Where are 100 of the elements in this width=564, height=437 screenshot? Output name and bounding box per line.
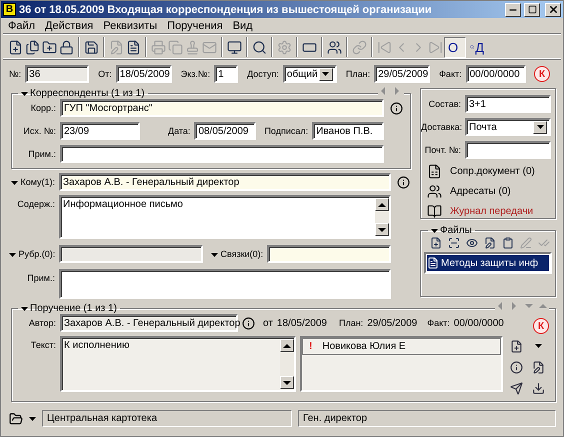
scrollbar[interactable] bbox=[280, 339, 294, 389]
status-field: Ген. директор bbox=[298, 410, 556, 427]
info-icon bbox=[510, 360, 522, 374]
author-field[interactable]: Захаров А.В. - Генеральный директор bbox=[60, 314, 238, 332]
menu-item[interactable]: Вид bbox=[228, 20, 258, 32]
signed-field[interactable]: Иванов П.В. bbox=[312, 122, 384, 140]
close-icon bbox=[548, 4, 558, 15]
scroll-up-icon[interactable] bbox=[378, 200, 386, 208]
group-title[interactable]: Корреспонденты (1 из 1) bbox=[18, 88, 148, 99]
field-label: Исх. №: bbox=[22, 126, 56, 136]
monitor-icon bbox=[227, 40, 242, 54]
printer-icon bbox=[151, 40, 166, 54]
toggle-button[interactable]: Д bbox=[466, 36, 488, 58]
addressee-field[interactable]: Захаров А.В. - Генеральный директор bbox=[59, 173, 391, 191]
group-title[interactable]: Файлы bbox=[428, 225, 475, 236]
field-label: Прим.: bbox=[27, 149, 56, 159]
field-label: №: bbox=[9, 69, 22, 79]
field-label[interactable]: Связки(0): bbox=[211, 249, 264, 259]
file-tool-button[interactable] bbox=[446, 236, 461, 250]
users-icon bbox=[427, 184, 442, 199]
correspondent-field[interactable]: ГУП "Мосгортранс" bbox=[60, 99, 384, 117]
dropdown-icon[interactable] bbox=[536, 125, 544, 129]
caret-icon[interactable] bbox=[21, 92, 28, 96]
composition-field[interactable]: 3+1 bbox=[465, 95, 551, 113]
note-area[interactable] bbox=[59, 269, 391, 299]
caret-icon[interactable] bbox=[21, 306, 28, 310]
pen-icon bbox=[520, 237, 532, 249]
maximize-icon bbox=[528, 5, 536, 14]
date-field[interactable]: 08/05/2009 bbox=[194, 122, 256, 140]
field-label: Прим.: bbox=[26, 272, 55, 283]
plan-value: 29/05/2009 bbox=[367, 318, 418, 328]
scrollbar[interactable] bbox=[375, 198, 389, 236]
info-icon[interactable] bbox=[396, 176, 410, 188]
file-plus-icon bbox=[510, 340, 522, 352]
caret-icon[interactable] bbox=[10, 181, 18, 185]
plan-label: План: bbox=[338, 318, 364, 328]
caret-icon[interactable] bbox=[534, 344, 542, 348]
access-combo[interactable]: общий bbox=[282, 65, 337, 83]
links-field[interactable] bbox=[267, 245, 391, 263]
send-icon bbox=[510, 382, 522, 394]
header-field[interactable]: 1 bbox=[214, 65, 238, 83]
file-item[interactable]: Методы защиты инф bbox=[427, 255, 549, 271]
book-icon bbox=[427, 204, 442, 219]
files-icon bbox=[25, 40, 40, 54]
action-link[interactable]: Журнал передачи bbox=[450, 206, 534, 217]
stamp-icon bbox=[185, 40, 200, 54]
field-label: Подписал: bbox=[264, 126, 308, 136]
group-title[interactable]: Поручение (1 из 1) bbox=[18, 303, 120, 314]
caret-icon[interactable] bbox=[9, 253, 16, 257]
info-icon[interactable] bbox=[242, 316, 255, 330]
field-label: Факт: bbox=[439, 69, 462, 79]
file-pen-icon bbox=[484, 237, 496, 249]
close-button[interactable] bbox=[545, 2, 561, 16]
scan-icon bbox=[448, 237, 460, 249]
note-field[interactable] bbox=[60, 145, 384, 163]
action-link[interactable]: Сопр.документ (0) bbox=[450, 166, 535, 177]
settings-icon bbox=[277, 40, 292, 54]
link-icon bbox=[352, 40, 367, 54]
toggle-button[interactable]: О bbox=[444, 36, 466, 58]
caret-icon[interactable] bbox=[211, 253, 218, 257]
scroll-down-icon[interactable] bbox=[378, 226, 386, 234]
skip-back-icon bbox=[377, 40, 392, 54]
fact-value: 00/00/0000 bbox=[454, 318, 504, 328]
status-field: Центральная картотека bbox=[42, 410, 292, 427]
menu-item[interactable]: Поручения bbox=[162, 20, 228, 32]
download-icon bbox=[532, 382, 544, 394]
scroll-down-icon[interactable] bbox=[283, 378, 291, 386]
maximize-button[interactable] bbox=[524, 2, 540, 16]
skip-forward-icon bbox=[428, 40, 443, 54]
lock-icon bbox=[59, 40, 74, 54]
outgoing-number-field[interactable]: 23/09 bbox=[60, 122, 140, 140]
field-label: Доступ: bbox=[247, 69, 279, 79]
control-mark[interactable]: К bbox=[534, 66, 550, 82]
field-label: Почт. №: bbox=[424, 145, 461, 155]
caret-icon[interactable] bbox=[29, 416, 36, 420]
field-label: Текст: bbox=[30, 339, 56, 350]
assignment-text-field[interactable]: К исполнению bbox=[60, 336, 296, 392]
field-label[interactable]: Кому(1): bbox=[9, 177, 55, 187]
file-tool-button[interactable] bbox=[464, 236, 479, 250]
fact-label: Факт: bbox=[427, 318, 450, 328]
header-field[interactable]: 18/05/2009 bbox=[116, 65, 172, 83]
dropdown-icon[interactable] bbox=[322, 72, 330, 76]
minimize-button[interactable] bbox=[505, 2, 521, 16]
folder-icon[interactable] bbox=[9, 412, 23, 426]
header-field[interactable]: 00/00/0000 bbox=[466, 65, 526, 83]
content-field[interactable]: Информационное письмо bbox=[59, 195, 391, 239]
info-icon[interactable] bbox=[390, 102, 402, 114]
menu-item[interactable]: Файл bbox=[3, 20, 40, 32]
menu-item[interactable]: Действия bbox=[40, 20, 98, 32]
menu-item[interactable]: Реквизиты bbox=[98, 20, 162, 32]
action-link[interactable]: Адресаты (0) bbox=[450, 186, 511, 197]
clipboard-icon bbox=[502, 237, 514, 249]
caret-icon[interactable] bbox=[431, 228, 438, 232]
control-mark[interactable]: К bbox=[533, 318, 549, 334]
double-check-icon bbox=[538, 237, 550, 249]
executor-item[interactable]: ! Новикова Юлия Е bbox=[302, 338, 501, 355]
header-field[interactable]: 29/05/2009 bbox=[374, 65, 430, 83]
scroll-up-icon[interactable] bbox=[283, 342, 291, 350]
delivery-combo[interactable]: Почта bbox=[465, 118, 551, 136]
post-number-field[interactable] bbox=[465, 141, 551, 159]
